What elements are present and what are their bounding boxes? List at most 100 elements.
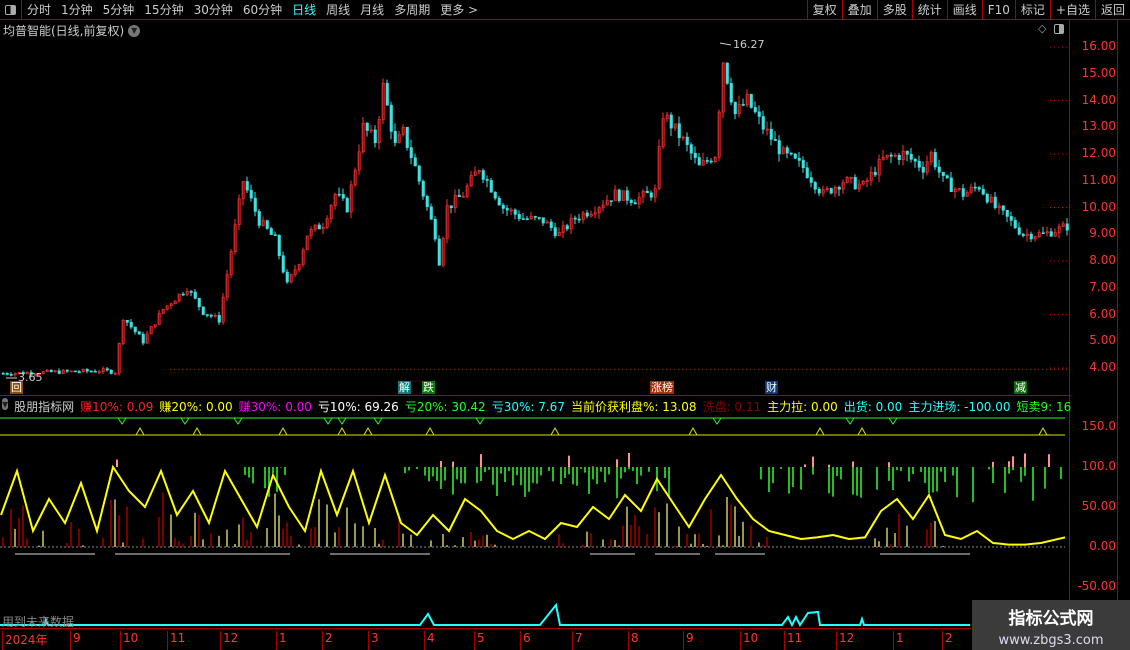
candle-body — [645, 190, 649, 194]
candle-body — [873, 171, 877, 176]
candle-body — [497, 197, 501, 206]
candle-body — [493, 191, 497, 199]
candle-body — [761, 116, 765, 130]
candle-body — [817, 188, 821, 194]
candle-body — [677, 123, 681, 139]
toolbar-button-8[interactable]: 返回 — [1094, 0, 1130, 20]
price-axis-label: 10.00 — [1081, 199, 1116, 214]
indicator-value: 赚10%: 0.09 — [80, 400, 154, 414]
candle-body — [105, 368, 109, 371]
candle-body — [669, 114, 673, 129]
candle-body — [9, 373, 13, 376]
indicator-value: 赚30%: 0.00 — [238, 400, 312, 414]
candle-body — [1, 373, 5, 375]
time-axis-label: 12 — [836, 631, 854, 650]
candle-body — [85, 369, 89, 372]
candle-body — [125, 319, 129, 323]
candle-body — [797, 157, 801, 161]
sell-tick — [475, 417, 485, 425]
price-axis-label: 6.00 — [1089, 306, 1116, 321]
buy-tick — [135, 426, 145, 436]
time-axis-label: 10 — [740, 631, 758, 650]
cyan-line — [0, 602, 970, 628]
candle-body — [725, 62, 729, 84]
candle-body — [109, 369, 113, 374]
candle-body — [917, 160, 921, 168]
low-price-label: 3.65 — [18, 371, 43, 384]
candle-body — [537, 217, 541, 219]
candle-body — [505, 208, 509, 211]
candle-body — [553, 227, 557, 236]
high-pointer — [719, 42, 732, 46]
candle-body — [685, 136, 689, 145]
price-axis-label: 14.00 — [1081, 92, 1116, 107]
indicator-value: 主力进场: -100.00 — [908, 400, 1011, 414]
candle-body — [769, 128, 773, 140]
buy-tick — [425, 426, 435, 436]
signal-marker[interactable]: 减 — [1014, 381, 1027, 394]
buy-tick — [363, 426, 373, 436]
candle-body — [913, 158, 917, 162]
signal-marker[interactable]: 跌 — [422, 381, 435, 394]
candle-body — [609, 200, 613, 202]
time-axis-label: 4 — [424, 631, 435, 650]
time-axis-label: 11 — [784, 631, 802, 650]
candle-body — [945, 175, 949, 179]
candle-body — [741, 104, 745, 106]
candle-body — [941, 171, 945, 176]
candle-body — [1065, 223, 1069, 231]
candle-body — [1041, 232, 1045, 235]
time-axis-label: 11 — [167, 631, 185, 650]
candle-body — [57, 370, 61, 374]
price-axis-label: 8.00 — [1089, 253, 1116, 267]
buy-tick — [857, 426, 867, 436]
buy-tick — [815, 426, 825, 436]
price-axis-label: 5.00 — [1089, 333, 1116, 348]
time-axis-label: 6 — [520, 631, 531, 650]
side-divider — [1117, 20, 1118, 600]
candle-body — [793, 153, 797, 159]
candle-body — [889, 154, 893, 157]
buy-tick — [337, 426, 347, 436]
candle-body — [961, 188, 965, 197]
indicator-value: 主力拉: 0.00 — [767, 400, 838, 414]
time-axis-label: 7 — [572, 631, 583, 650]
indicator-axis-label: 100.0 — [1081, 459, 1116, 473]
candle-body — [133, 326, 137, 333]
candle-body — [853, 177, 857, 190]
high-price-label: 16.27 — [733, 38, 765, 51]
candle-body — [1049, 231, 1053, 237]
indicator-name[interactable]: 股朋指标网 — [14, 398, 74, 415]
candle-body — [417, 165, 421, 182]
candle-body — [245, 181, 249, 191]
candle-body — [421, 180, 425, 197]
buy-tick — [688, 426, 698, 436]
candle-body — [697, 157, 701, 166]
candle-body — [253, 197, 257, 212]
sell-tick — [888, 417, 898, 425]
indicator-value: 短卖9: 163.00 — [1016, 400, 1073, 414]
chart-canvas[interactable] — [0, 0, 1070, 650]
candle-body — [429, 206, 433, 220]
candle-body — [541, 217, 545, 224]
indicator-header: ▼ 股朋指标网 赚10%: 0.09 赚20%: 0.00 赚30%: 0.00 亏1… — [2, 398, 1072, 415]
candle-body — [829, 188, 833, 194]
signal-marker[interactable]: 解 — [398, 381, 411, 394]
watermark: 指标公式网 www.zbgs3.com — [972, 600, 1130, 650]
chevron-down-icon[interactable]: ▼ — [2, 398, 9, 410]
candle-body — [625, 190, 629, 201]
sell-tick — [117, 417, 127, 425]
candle-body — [277, 234, 281, 257]
candle-body — [981, 188, 985, 195]
signal-marker[interactable]: 涨榜 — [650, 381, 674, 394]
candle-body — [365, 122, 369, 131]
signal-marker[interactable]: 财 — [765, 381, 778, 394]
candle-body — [385, 83, 389, 106]
candle-body — [1021, 233, 1025, 236]
candle-body — [649, 192, 653, 198]
time-axis-label: 2 — [942, 631, 953, 650]
candle-body — [257, 211, 261, 226]
candle-body — [409, 147, 413, 159]
candle-body — [577, 218, 581, 221]
candle-body — [629, 200, 633, 203]
